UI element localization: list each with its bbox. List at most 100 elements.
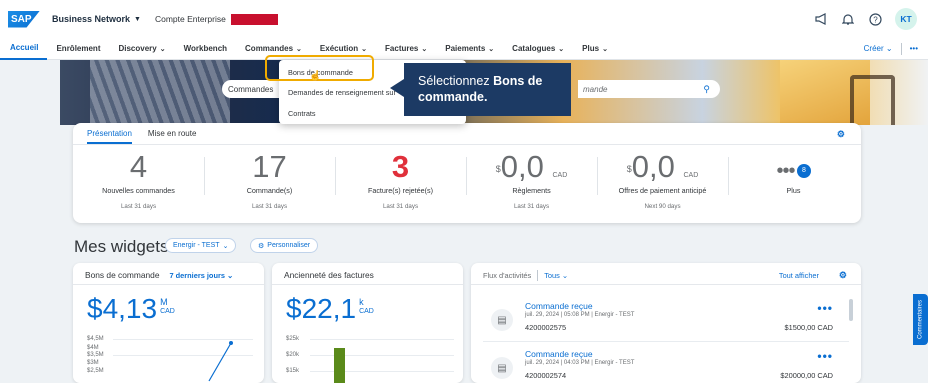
chevron-down-icon: ⌄ bbox=[602, 45, 608, 53]
widget-value: $22,1 k CAD bbox=[286, 293, 374, 324]
kpi-rejected-invoices[interactable]: 3 Facture(s) rejetée(s) Last 31 days bbox=[335, 151, 466, 210]
tab-catalogues[interactable]: Catalogues ⌄ bbox=[503, 38, 573, 60]
scrollbar[interactable] bbox=[849, 299, 853, 321]
chevron-down-icon: ⌄ bbox=[421, 45, 428, 53]
search-input-text: mande bbox=[583, 84, 608, 94]
mouse-cursor-icon: ☝ bbox=[309, 71, 322, 82]
shell-bar: SAP Business Network ▼ Compte Enterprise… bbox=[0, 0, 928, 38]
account-id-redacted bbox=[230, 13, 278, 25]
personalize-button[interactable]: ⚙ Personnaliser bbox=[250, 238, 319, 253]
tab-factures[interactable]: Factures ⌄ bbox=[376, 38, 436, 60]
divider bbox=[900, 42, 902, 55]
feed-item[interactable]: ▤ Commande reçue juil. 29, 2024 | 04:03 … bbox=[471, 347, 861, 383]
chevron-down-icon: ⌄ bbox=[296, 45, 302, 53]
create-menu[interactable]: Créer ⌄ bbox=[864, 44, 893, 53]
customize-icon[interactable]: ⚙ bbox=[839, 270, 847, 281]
feed-item[interactable]: ▤ Commande reçue juil. 29, 2024 | 05:08 … bbox=[471, 299, 861, 341]
filter-label: Energir - TEST bbox=[173, 242, 220, 249]
feedback-tab[interactable]: Commentaires bbox=[913, 294, 928, 345]
y-axis-label: $15k bbox=[286, 368, 300, 374]
kpi-value: 3 bbox=[391, 149, 410, 184]
kpi-new-orders[interactable]: 4 Nouvelles commandes Last 31 days bbox=[73, 149, 204, 211]
show-all-link[interactable]: Tout afficher bbox=[779, 271, 819, 280]
overview-card: Présentation Mise en route ⚙ 4 Nouvelles… bbox=[73, 123, 861, 223]
tab-workbench[interactable]: Workbench bbox=[175, 38, 236, 60]
kpi-label: Nouvelles commandes bbox=[102, 186, 175, 195]
currency-unit: CAD bbox=[552, 172, 568, 179]
kpi-label: Offres de paiement anticipé bbox=[618, 186, 707, 195]
currency-symbol: $ bbox=[626, 164, 632, 174]
feed-item-number: 4200002575 bbox=[525, 323, 567, 332]
divider bbox=[73, 144, 861, 145]
search-scope-selector[interactable]: Commandes bbox=[222, 80, 284, 98]
kpi-period: Last 31 days bbox=[120, 203, 157, 210]
personalize-label: Personnaliser bbox=[267, 242, 311, 249]
divider bbox=[272, 284, 463, 285]
kpi-value: ••• 8 bbox=[728, 151, 859, 183]
kpi-value: 4 bbox=[129, 149, 148, 184]
network-selector[interactable]: Business Network ▼ bbox=[52, 14, 141, 24]
search-input[interactable]: mande ⚲ bbox=[578, 80, 720, 98]
user-avatar[interactable]: KT bbox=[895, 8, 917, 30]
hero-chair-image bbox=[850, 75, 895, 125]
feed-item-meta: juil. 29, 2024 | 04:03 PM | Energir - TE… bbox=[525, 360, 635, 366]
svg-text:?: ? bbox=[873, 15, 878, 24]
megaphone-icon[interactable] bbox=[814, 12, 828, 26]
kpi-value: $0,0 CAD bbox=[597, 151, 728, 183]
kpi-orders[interactable]: 17 Commande(s) Last 31 days bbox=[204, 151, 335, 210]
guidance-tooltip: Sélectionnez Bons de commande. bbox=[390, 63, 571, 116]
more-actions-icon[interactable]: ••• bbox=[817, 301, 833, 315]
chevron-down-icon: ⌄ bbox=[222, 242, 229, 250]
divider bbox=[471, 284, 861, 285]
widgets-filter[interactable]: Energir - TEST ⌄ bbox=[165, 238, 237, 253]
caret-down-icon: ▼ bbox=[134, 15, 141, 23]
trend-point bbox=[229, 341, 233, 345]
kpi-period: Last 31 days bbox=[513, 203, 550, 210]
kpi-amount: 0,0 bbox=[631, 149, 675, 184]
purchase-orders-widget: Bons de commande 7 derniers jours ⌄ $4,1… bbox=[73, 263, 264, 383]
more-menu[interactable]: ••• bbox=[910, 44, 918, 53]
tab-presentation[interactable]: Présentation bbox=[87, 129, 132, 144]
network-label: Business Network bbox=[52, 14, 131, 24]
search-icon[interactable]: ⚲ bbox=[703, 84, 710, 95]
customize-icon[interactable]: ⚙ bbox=[837, 129, 845, 140]
po-trend-chart bbox=[208, 341, 233, 382]
currency-symbol: $ bbox=[495, 164, 501, 174]
feed-item-title[interactable]: Commande reçue bbox=[525, 301, 593, 311]
help-icon[interactable]: ? bbox=[868, 12, 882, 26]
tooltip-text: Sélectionnez bbox=[418, 74, 494, 88]
grid-line bbox=[310, 339, 454, 340]
widget-title: Ancienneté des factures bbox=[284, 270, 374, 280]
divider bbox=[537, 270, 539, 281]
tab-mise-en-route[interactable]: Mise en route bbox=[148, 129, 196, 144]
tab-enrolement[interactable]: Enrôlement bbox=[47, 38, 109, 60]
feed-filter[interactable]: Tous ⌄ bbox=[544, 271, 568, 280]
kpi-settlements[interactable]: $0,0 CAD Règlements Last 31 days bbox=[466, 151, 597, 210]
tab-paiements[interactable]: Paiements ⌄ bbox=[436, 38, 503, 60]
bell-icon[interactable] bbox=[841, 12, 855, 26]
chevron-down-icon: ⌄ bbox=[361, 45, 368, 53]
kpi-more[interactable]: ••• 8 Plus bbox=[728, 151, 859, 210]
widgets-title: Mes widgets bbox=[74, 237, 169, 256]
tab-plus[interactable]: Plus ⌄ bbox=[573, 38, 617, 60]
kpi-value: 17 bbox=[252, 149, 287, 184]
currency-unit: CAD bbox=[683, 172, 699, 179]
trend-line bbox=[208, 342, 232, 382]
hero-building-image bbox=[90, 60, 230, 125]
tab-accueil[interactable]: Accueil bbox=[0, 38, 48, 60]
invoice-aging-widget: Ancienneté des factures $22,1 k CAD $25k … bbox=[272, 263, 463, 383]
chevron-down-icon: ⌄ bbox=[558, 45, 565, 53]
top-navigation: Accueil Enrôlement Discovery ⌄ Workbench … bbox=[0, 38, 928, 60]
activity-feed-widget: Flux d'activités Tous ⌄ Tout afficher ⚙ … bbox=[471, 263, 861, 383]
sap-logo[interactable]: SAP bbox=[8, 10, 40, 28]
kpi-early-payment-offers[interactable]: $0,0 CAD Offres de paiement anticipé Nex… bbox=[597, 151, 728, 210]
tab-discovery[interactable]: Discovery ⌄ bbox=[109, 38, 174, 60]
kpi-label: Commande(s) bbox=[246, 186, 293, 195]
kpi-label: Règlements bbox=[512, 186, 551, 195]
feed-item-title[interactable]: Commande reçue bbox=[525, 349, 593, 359]
feed-item-amount: $20000,00 CAD bbox=[780, 371, 833, 380]
chevron-down-icon: ⌄ bbox=[488, 45, 495, 53]
aging-bar[interactable] bbox=[334, 348, 345, 383]
customize-icon: ⚙ bbox=[258, 242, 265, 250]
more-actions-icon[interactable]: ••• bbox=[817, 349, 833, 363]
